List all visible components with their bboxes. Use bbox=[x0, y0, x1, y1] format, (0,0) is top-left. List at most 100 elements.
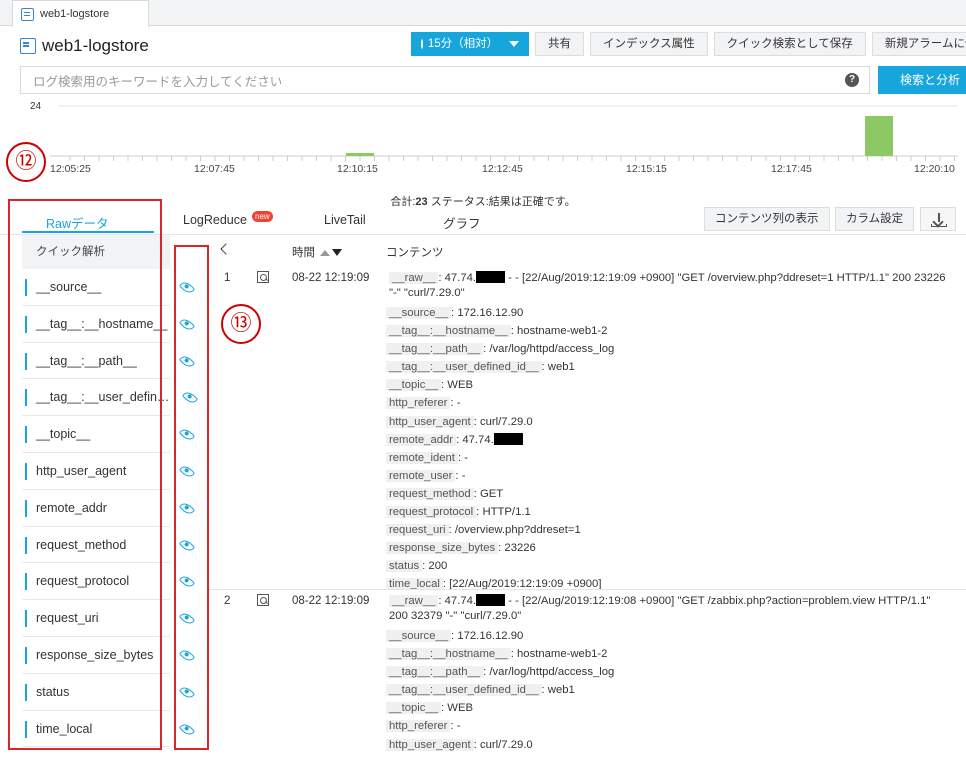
field-key[interactable]: __raw__ bbox=[389, 595, 439, 607]
x-tick-label: 12:12:45 bbox=[482, 163, 523, 175]
minor-ticks bbox=[69, 156, 955, 161]
histogram-bar[interactable] bbox=[346, 153, 374, 156]
log-field: __topic__: WEB bbox=[386, 376, 946, 394]
save-quick-search-button[interactable]: クイック検索として保存 bbox=[713, 32, 866, 56]
x-tick-label: 12:20:10 bbox=[914, 163, 955, 175]
field-value[interactable]: curl/7.29.0 bbox=[480, 416, 533, 428]
row-index: 1 bbox=[224, 272, 231, 284]
show-content-column-button[interactable]: コンテンツ列の表示 bbox=[704, 207, 830, 231]
field-key[interactable]: request_uri bbox=[386, 524, 449, 537]
field-value[interactable]: hostname-web1-2 bbox=[517, 648, 607, 660]
field-key[interactable]: __topic__ bbox=[386, 702, 441, 715]
field-key[interactable]: __tag__:__user_defined_id__ bbox=[386, 361, 542, 374]
new-badge: new bbox=[252, 211, 273, 222]
field-key[interactable]: __raw__ bbox=[389, 272, 439, 284]
field-key[interactable]: request_method bbox=[386, 487, 474, 500]
field-value[interactable]: GET bbox=[480, 488, 503, 500]
field-key[interactable]: remote_ident bbox=[386, 451, 458, 464]
tab-logreduce[interactable]: LogReduce bbox=[183, 213, 247, 227]
log-field: __tag__:__user_defined_id__: web1 bbox=[386, 681, 946, 699]
field-key[interactable]: http_referer bbox=[386, 720, 451, 733]
field-key[interactable]: __source__ bbox=[386, 307, 452, 319]
context-view-icon[interactable] bbox=[257, 594, 269, 606]
field-value[interactable]: 200 bbox=[428, 560, 447, 572]
field-key[interactable]: __tag__:__path__ bbox=[386, 666, 484, 679]
log-field: remote_ident: - bbox=[386, 449, 946, 467]
x-tick-label: 12:10:15 bbox=[337, 163, 378, 175]
annotation-box-field-list bbox=[8, 199, 162, 750]
field-key[interactable]: __tag__:__path__ bbox=[386, 343, 484, 356]
field-value[interactable]: WEB bbox=[447, 379, 473, 391]
field-value[interactable]: /var/log/httpd/access_log bbox=[489, 666, 614, 678]
index-attribute-button[interactable]: インデックス属性 bbox=[590, 32, 708, 56]
field-key[interactable]: __tag__:__hostname__ bbox=[386, 325, 511, 338]
field-key[interactable]: __topic__ bbox=[386, 379, 441, 392]
annotation-number-13: ⑬ bbox=[221, 304, 261, 344]
field-key[interactable]: __tag__:__user_defined_id__ bbox=[386, 684, 542, 697]
field-value[interactable]: 23226 bbox=[504, 542, 535, 554]
collapse-chevron-icon[interactable] bbox=[220, 243, 232, 255]
tab-graph[interactable]: グラフ bbox=[443, 213, 481, 232]
field-key[interactable]: response_size_bytes bbox=[386, 542, 499, 555]
tab-label: web1-logstore bbox=[40, 8, 110, 20]
search-analyze-button[interactable]: 検索と分析 bbox=[878, 66, 966, 94]
log-field: __tag__:__hostname__: hostname-web1-2 bbox=[386, 322, 946, 340]
toolbar: 15分（相対） 共有 インデックス属性 クイック検索として保存 新規アラームに保… bbox=[411, 32, 966, 56]
log-field: remote_addr: 47.74. bbox=[386, 431, 946, 449]
log-field: http_referer: - bbox=[386, 394, 946, 412]
field-key[interactable]: remote_user bbox=[386, 469, 456, 482]
field-value[interactable]: /var/log/httpd/access_log bbox=[489, 343, 614, 355]
field-value[interactable]: - bbox=[457, 720, 461, 732]
field-key[interactable]: request_protocol bbox=[386, 506, 477, 519]
log-field: remote_user: - bbox=[386, 467, 946, 485]
time-column-header[interactable]: 時間 bbox=[292, 244, 343, 260]
field-value[interactable]: 172.16.12.90 bbox=[457, 630, 523, 642]
sort-asc-icon[interactable] bbox=[320, 249, 331, 256]
field-value[interactable]: 172.16.12.90 bbox=[457, 307, 523, 319]
row-time: 08-22 12:19:09 bbox=[292, 272, 370, 284]
redacted-block bbox=[476, 271, 506, 283]
field-value[interactable]: hostname-web1-2 bbox=[517, 325, 607, 337]
log-field: __source__: 172.16.12.90 bbox=[386, 627, 946, 645]
field-key[interactable]: status bbox=[386, 560, 423, 573]
histogram-bar[interactable] bbox=[865, 116, 893, 156]
sort-desc-icon[interactable] bbox=[332, 249, 343, 257]
field-value[interactable]: web1 bbox=[548, 684, 575, 696]
field-value[interactable]: - bbox=[457, 397, 461, 409]
field-value[interactable]: - bbox=[464, 452, 468, 464]
field-value[interactable]: 47.74. bbox=[445, 272, 476, 284]
share-button[interactable]: 共有 bbox=[535, 32, 584, 56]
help-icon[interactable]: ? bbox=[845, 73, 859, 87]
log-field: __tag__:__hostname__: hostname-web1-2 bbox=[386, 645, 946, 663]
log-field: status: 200 bbox=[386, 557, 946, 575]
field-value[interactable]: WEB bbox=[447, 702, 473, 714]
field-value[interactable]: 47.74. bbox=[462, 434, 493, 446]
field-value[interactable]: - bbox=[462, 470, 466, 482]
field-key[interactable]: __source__ bbox=[386, 630, 452, 642]
log-histogram: 24 12:05:25 12:07:45 12:10:15 12:12:45 1… bbox=[0, 96, 966, 186]
field-value[interactable]: HTTP/1.1 bbox=[482, 506, 530, 518]
raw-field: __raw__: 47.74. - - [22/Aug/2019:12:19:0… bbox=[389, 594, 931, 622]
field-key[interactable]: http_user_agent bbox=[386, 415, 474, 428]
field-value[interactable]: 47.74. bbox=[445, 595, 476, 607]
context-view-icon[interactable] bbox=[257, 271, 269, 283]
download-icon[interactable] bbox=[920, 207, 956, 231]
log-field: __tag__:__user_defined_id__: web1 bbox=[386, 358, 946, 376]
field-value[interactable]: web1 bbox=[548, 361, 575, 373]
redacted-block bbox=[493, 432, 523, 445]
field-key[interactable]: remote_addr bbox=[386, 433, 457, 446]
column-settings-button[interactable]: カラム設定 bbox=[835, 207, 915, 231]
field-key[interactable]: __tag__:__hostname__ bbox=[386, 648, 511, 661]
field-key[interactable]: http_referer bbox=[386, 397, 451, 410]
log-field: response_size_bytes: 23226 bbox=[386, 539, 946, 557]
log-field: http_referer: - bbox=[386, 717, 946, 735]
page-title: web1-logstore bbox=[20, 36, 149, 56]
field-value[interactable]: curl/7.29.0 bbox=[480, 739, 533, 751]
save-new-alarm-button[interactable]: 新規アラームに保存 bbox=[871, 32, 966, 56]
field-key[interactable]: http_user_agent bbox=[386, 738, 474, 751]
time-range-button[interactable]: 15分（相対） bbox=[411, 32, 529, 56]
field-value[interactable]: /overview.php?ddreset=1 bbox=[455, 524, 581, 536]
tab-web1-logstore[interactable]: web1-logstore bbox=[12, 0, 149, 27]
search-input[interactable]: ログ検索用のキーワードを入力してください ? bbox=[20, 66, 870, 94]
tab-livetail[interactable]: LiveTail bbox=[324, 213, 366, 227]
